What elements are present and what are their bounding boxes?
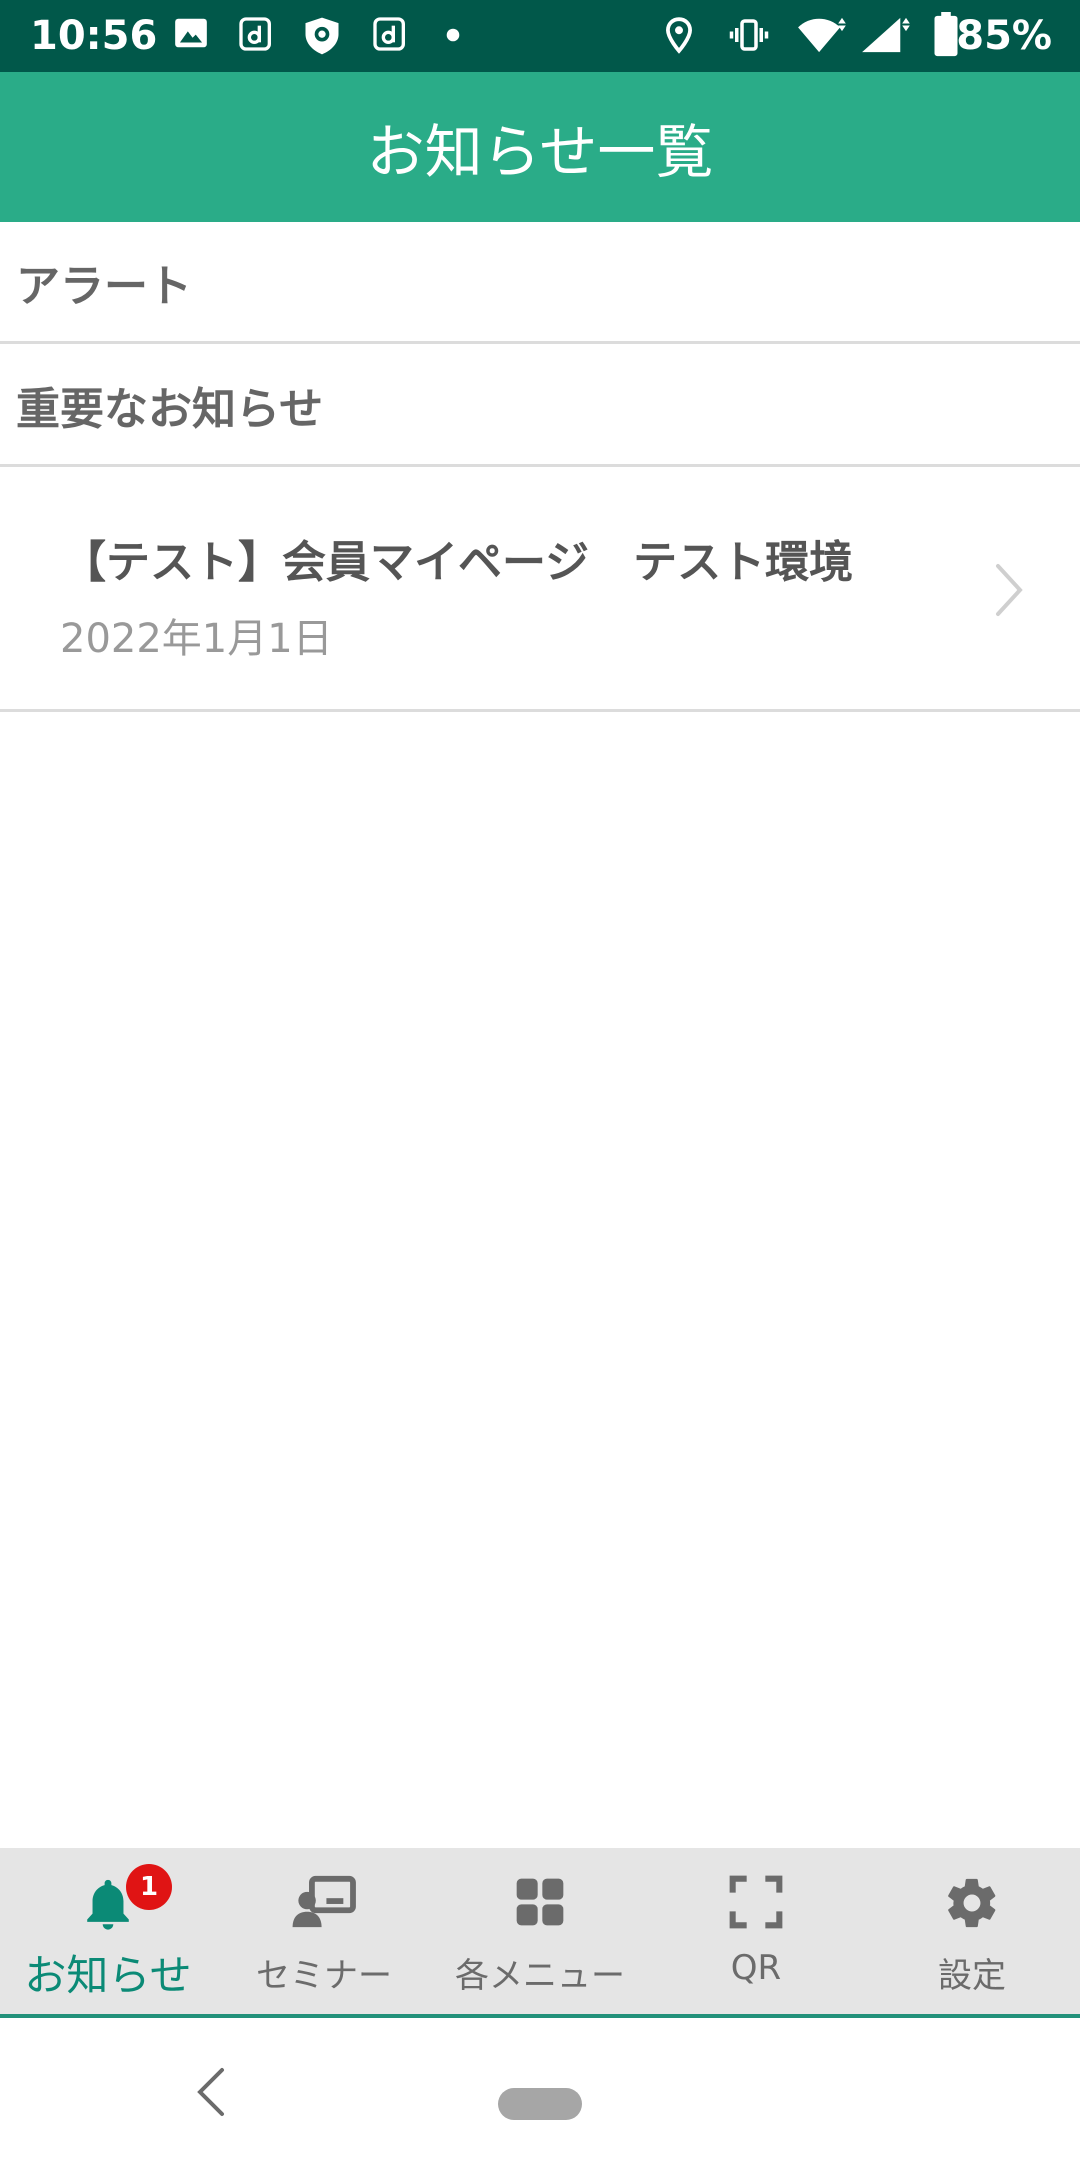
tab-qr[interactable]: QR bbox=[648, 1848, 864, 2014]
home-pill[interactable] bbox=[498, 2088, 582, 2120]
tab-label: セミナー bbox=[256, 1956, 392, 1996]
qr-scan-icon bbox=[729, 1875, 783, 1929]
notification-badge: 1 bbox=[126, 1864, 172, 1910]
gear-icon bbox=[948, 1878, 996, 1928]
d-app-icon bbox=[373, 17, 405, 51]
dot-icon bbox=[446, 28, 460, 42]
wifi-icon bbox=[798, 17, 846, 53]
d-app-icon bbox=[239, 17, 271, 51]
section-label: 重要なお知らせ bbox=[16, 383, 324, 435]
section-label: アラート bbox=[16, 260, 192, 312]
tab-label: お知らせ bbox=[24, 1951, 192, 2000]
tab-menu[interactable]: 各メニュー bbox=[432, 1848, 648, 2014]
status-time: 10:56 bbox=[30, 13, 158, 59]
tab-label: 設定 bbox=[938, 1956, 1006, 1996]
app-header: お知らせ一覧 bbox=[0, 72, 1080, 222]
tab-seminar[interactable]: セミナー bbox=[216, 1848, 432, 2014]
back-icon[interactable] bbox=[196, 2066, 226, 2118]
chevron-right-icon bbox=[996, 564, 1023, 616]
image-icon bbox=[175, 18, 207, 48]
tab-label: 各メニュー bbox=[455, 1956, 625, 1996]
shield-icon bbox=[305, 17, 339, 55]
notice-list-item[interactable]: 【テスト】会員マイページ テスト環境 2022年1月1日 bbox=[0, 470, 1080, 712]
tab-settings[interactable]: 設定 bbox=[864, 1848, 1080, 2014]
location-icon bbox=[666, 17, 692, 54]
section-important-notices[interactable]: 重要なお知らせ bbox=[0, 345, 1080, 467]
seminar-icon bbox=[292, 1875, 356, 1928]
vibrate-icon bbox=[729, 19, 769, 51]
tab-notifications[interactable]: 1 お知らせ bbox=[0, 1848, 216, 2014]
section-alert[interactable]: アラート bbox=[0, 222, 1080, 344]
signal-icon bbox=[862, 17, 910, 53]
bottom-nav: 1 お知らせ セミナー 各メニュー QR 設定 bbox=[0, 1848, 1080, 2018]
status-bar: 10:56 85% bbox=[0, 0, 1080, 72]
tab-label: QR bbox=[730, 1948, 782, 1988]
battery-percent: 85% bbox=[956, 13, 1052, 59]
page-title: お知らせ一覧 bbox=[366, 118, 714, 186]
notice-title: 【テスト】会員マイページ テスト環境 bbox=[62, 537, 854, 588]
system-nav-bar bbox=[0, 2018, 1080, 2160]
grid-icon bbox=[516, 1878, 564, 1926]
notice-date: 2022年1月1日 bbox=[60, 616, 333, 662]
